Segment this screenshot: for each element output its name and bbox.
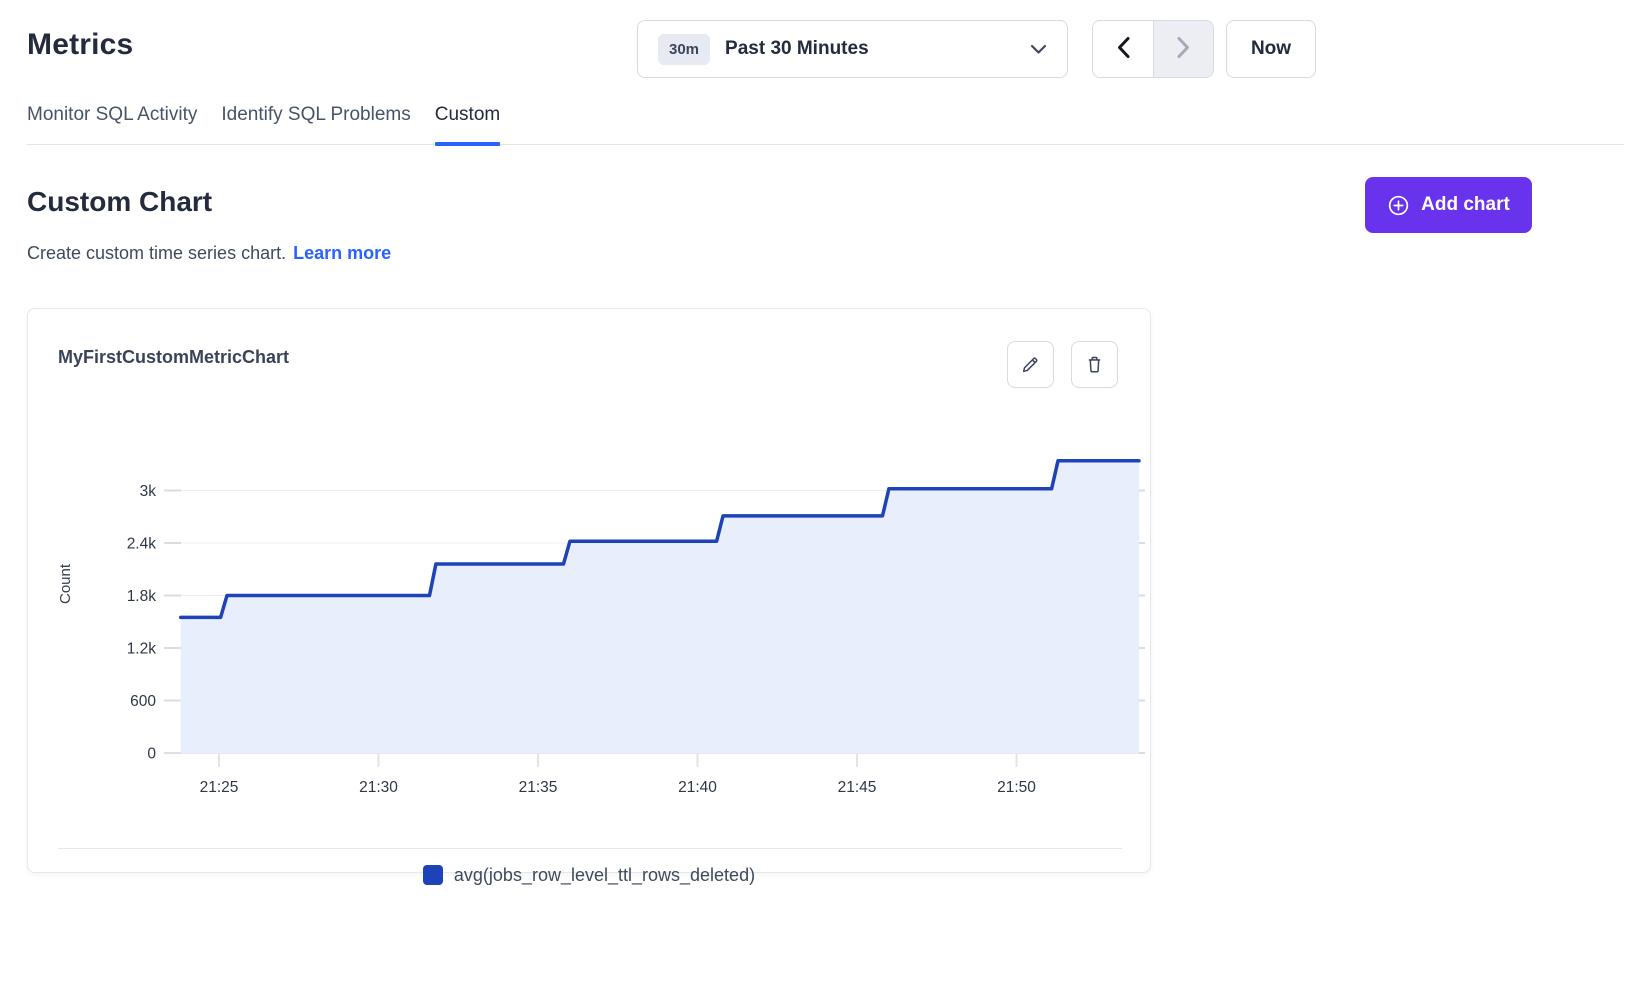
trash-icon bbox=[1084, 354, 1105, 375]
chevron-right-icon bbox=[1176, 36, 1191, 62]
time-range-label: Past 30 Minutes bbox=[725, 38, 869, 60]
time-range-badge: 30m bbox=[658, 34, 710, 65]
svg-text:21:30: 21:30 bbox=[359, 779, 398, 796]
metrics-page: Metrics 30m Past 30 Minutes Now Monitor … bbox=[0, 0, 1650, 982]
svg-text:21:45: 21:45 bbox=[838, 779, 877, 796]
svg-text:21:25: 21:25 bbox=[200, 779, 239, 796]
legend-swatch bbox=[423, 865, 443, 885]
section-title: Custom Chart bbox=[27, 186, 212, 218]
time-forward-button[interactable] bbox=[1153, 21, 1213, 77]
now-button[interactable]: Now bbox=[1226, 20, 1316, 78]
time-range-dropdown[interactable]: 30m Past 30 Minutes bbox=[637, 20, 1068, 78]
svg-text:0: 0 bbox=[147, 746, 156, 763]
svg-text:1.8k: 1.8k bbox=[127, 588, 157, 605]
time-nav-group bbox=[1092, 20, 1214, 78]
chart-legend: avg(jobs_row_level_ttl_rows_deleted) bbox=[28, 855, 1150, 895]
chevron-down-icon bbox=[1030, 44, 1047, 55]
custom-chart-plot: 0 600 1.2k 1.8k 2.4k 3k 21:25 21:30 21:35 21:40 21… bbox=[28, 414, 1152, 809]
svg-text:Count: Count bbox=[57, 563, 74, 604]
chart-actions bbox=[1007, 341, 1118, 388]
svg-text:1.2k: 1.2k bbox=[127, 641, 157, 658]
legend-divider bbox=[58, 848, 1122, 849]
subtitle-text: Create custom time series chart. bbox=[27, 243, 286, 263]
time-back-button[interactable] bbox=[1093, 21, 1153, 77]
chart-title: MyFirstCustomMetricChart bbox=[58, 347, 289, 368]
tab-custom[interactable]: Custom bbox=[435, 104, 500, 144]
custom-chart-card: MyFirstCustomMetricChart 0 600 1.2k 1.8k 2.4… bbox=[27, 308, 1151, 873]
delete-chart-button[interactable] bbox=[1071, 341, 1118, 388]
metrics-tabs: Monitor SQL Activity Identify SQL Proble… bbox=[27, 104, 1624, 145]
add-chart-label: Add chart bbox=[1421, 194, 1510, 216]
svg-text:21:40: 21:40 bbox=[678, 779, 717, 796]
page-title: Metrics bbox=[27, 28, 133, 62]
svg-text:21:35: 21:35 bbox=[519, 779, 558, 796]
svg-text:2.4k: 2.4k bbox=[127, 536, 157, 553]
add-chart-button[interactable]: Add chart bbox=[1365, 177, 1532, 233]
svg-text:3k: 3k bbox=[140, 483, 157, 500]
svg-text:21:50: 21:50 bbox=[997, 779, 1036, 796]
tab-identify-sql-problems[interactable]: Identify SQL Problems bbox=[221, 104, 410, 144]
plus-circle-icon bbox=[1387, 194, 1410, 217]
learn-more-link[interactable]: Learn more bbox=[293, 243, 391, 263]
legend-label: avg(jobs_row_level_ttl_rows_deleted) bbox=[454, 865, 755, 886]
tab-monitor-sql-activity[interactable]: Monitor SQL Activity bbox=[27, 104, 197, 144]
chevron-left-icon bbox=[1116, 36, 1131, 62]
svg-text:600: 600 bbox=[130, 693, 156, 710]
edit-chart-button[interactable] bbox=[1007, 341, 1054, 388]
pencil-icon bbox=[1020, 354, 1041, 375]
section-subtitle: Create custom time series chart. Learn mo… bbox=[27, 243, 391, 264]
